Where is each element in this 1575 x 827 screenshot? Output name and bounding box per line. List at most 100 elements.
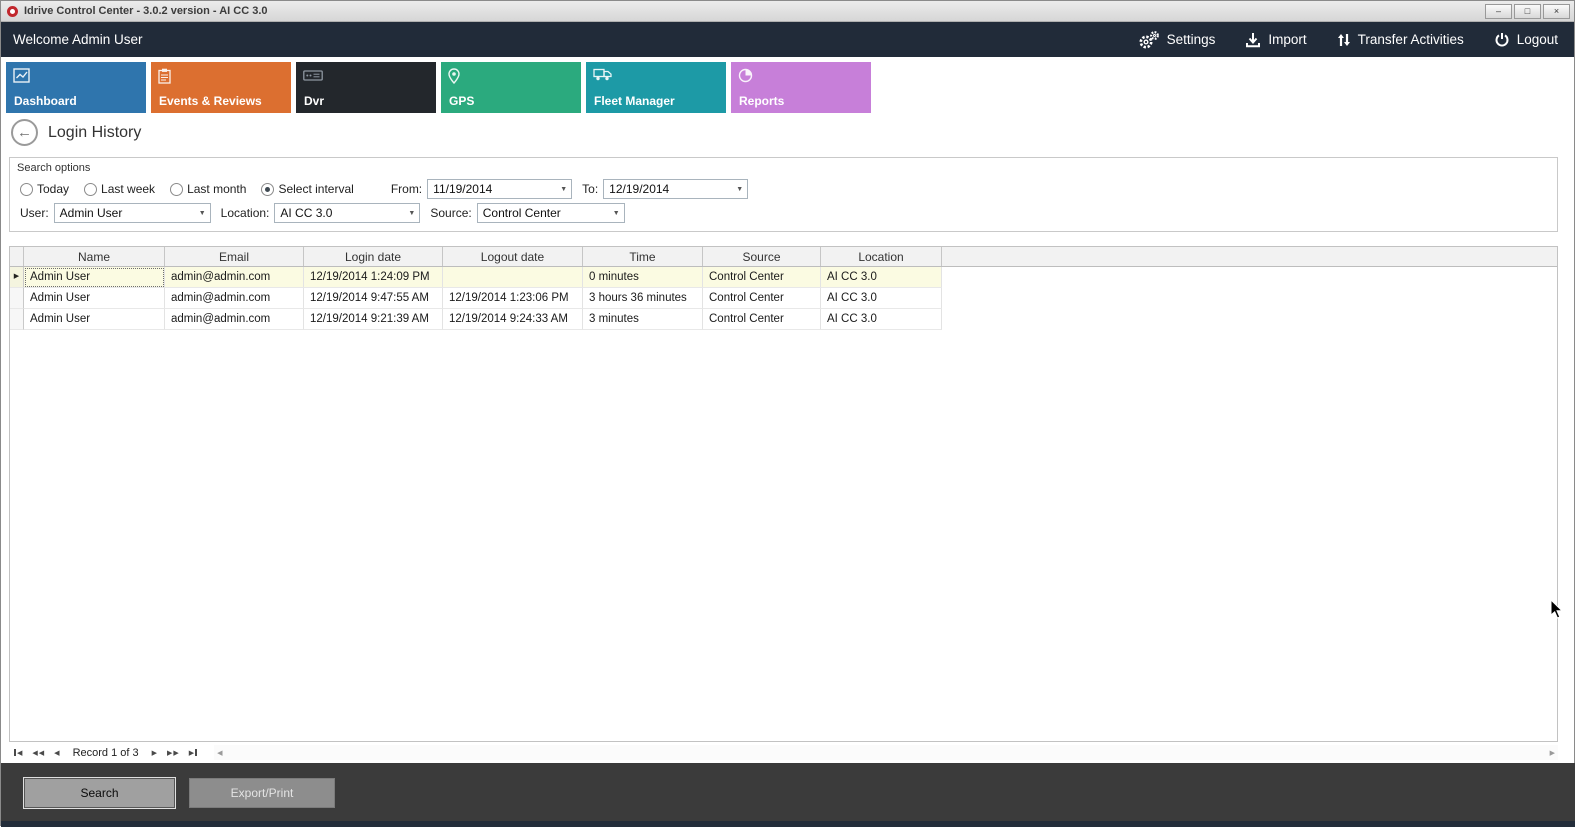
column-header-logout-date[interactable]: Logout date [443, 247, 583, 266]
from-label: From: [391, 182, 422, 196]
nav-next-button[interactable]: ▶ [147, 745, 162, 760]
back-button[interactable]: ← [11, 119, 38, 146]
nav-last-button[interactable]: ▶ [184, 745, 202, 760]
window-controls: – □ × [1485, 4, 1570, 19]
tab-events-reviews[interactable]: Events & Reviews [151, 62, 291, 113]
triangle-right-icon: ▶ [152, 749, 157, 757]
row-indicator [10, 309, 24, 330]
logout-label: Logout [1517, 32, 1558, 47]
from-date-select[interactable]: 11/19/2014 ▼ [427, 179, 572, 199]
tab-dvr[interactable]: Dvr [296, 62, 436, 113]
column-header-source[interactable]: Source [703, 247, 821, 266]
minimize-button[interactable]: – [1485, 4, 1512, 19]
radio-select-interval-label: Select interval [278, 182, 353, 196]
nav-prev-button[interactable]: ◀ [49, 745, 64, 760]
login-history-grid: Name Email Login date Logout date Time S… [9, 246, 1558, 742]
power-icon [1494, 32, 1510, 48]
cell-logout-date [443, 267, 583, 288]
table-row[interactable]: Admin User admin@admin.com 12/19/2014 9:… [10, 288, 1557, 309]
radio-last-week[interactable]: Last week [84, 182, 155, 196]
welcome-text: Welcome Admin User [13, 32, 143, 47]
tab-reports[interactable]: Reports [731, 62, 871, 113]
import-label: Import [1268, 32, 1306, 47]
cell-email: admin@admin.com [165, 309, 304, 330]
to-date-select[interactable]: 12/19/2014 ▼ [603, 179, 748, 199]
cell-login-date: 12/19/2014 9:47:55 AM [304, 288, 443, 309]
radio-today[interactable]: Today [20, 182, 69, 196]
gears-icon [1138, 30, 1160, 50]
cell-email: admin@admin.com [165, 288, 304, 309]
table-row[interactable]: ▶ Admin User admin@admin.com 12/19/2014 … [10, 267, 1557, 288]
tab-fleet-manager[interactable]: Fleet Manager [586, 62, 726, 113]
radio-last-month[interactable]: Last month [170, 182, 246, 196]
column-header-login-date[interactable]: Login date [304, 247, 443, 266]
triangle-right-icon: ▶ [173, 749, 178, 757]
cell-name: Admin User [24, 267, 165, 288]
nav-next-page-button[interactable]: ▶▶ [162, 745, 184, 760]
user-select[interactable]: Admin User ▼ [54, 203, 211, 223]
record-navigator: ◀ ◀◀ ◀ Record 1 of 3 ▶ ▶▶ ▶ ◀ ▶ [9, 744, 1558, 761]
radio-last-week-label: Last week [101, 182, 155, 196]
cell-logout-date: 12/19/2014 9:24:33 AM [443, 309, 583, 330]
line-chart-icon [13, 68, 30, 88]
table-row[interactable]: Admin User admin@admin.com 12/19/2014 9:… [10, 309, 1557, 330]
cell-logout-date: 12/19/2014 1:23:06 PM [443, 288, 583, 309]
maximize-button[interactable]: □ [1514, 4, 1541, 19]
radio-select-interval[interactable]: Select interval [261, 182, 353, 196]
search-row-filters: User: Admin User ▼ Location: AI CC 3.0 ▼… [10, 202, 1557, 224]
row-filler [942, 309, 1557, 330]
radio-last-month-label: Last month [187, 182, 246, 196]
horizontal-scrollbar[interactable]: ◀ ▶ [214, 745, 1558, 760]
location-select[interactable]: AI CC 3.0 ▼ [274, 203, 420, 223]
window-title: Idrive Control Center - 3.0.2 version - … [24, 5, 268, 17]
import-button[interactable]: Import [1245, 32, 1306, 48]
nav-first-button[interactable]: ◀ [9, 745, 27, 760]
tile-label: Dvr [304, 94, 324, 108]
chevron-down-icon: ▼ [732, 186, 747, 193]
search-row-interval: Today Last week Last month Select interv… [10, 178, 1557, 200]
location-value: AI CC 3.0 [280, 206, 332, 220]
column-header-location[interactable]: Location [821, 247, 942, 266]
to-label: To: [582, 182, 598, 196]
search-button[interactable]: Search [23, 777, 176, 809]
column-header-time[interactable]: Time [583, 247, 703, 266]
record-count-label: Record 1 of 3 [73, 747, 139, 759]
column-header-email[interactable]: Email [165, 247, 304, 266]
source-label: Source: [430, 206, 471, 220]
settings-button[interactable]: Settings [1138, 30, 1216, 50]
nav-prev-page-button[interactable]: ◀◀ [27, 745, 49, 760]
close-button[interactable]: × [1543, 4, 1570, 19]
tab-gps[interactable]: GPS [441, 62, 581, 113]
title-bar: Idrive Control Center - 3.0.2 version - … [1, 1, 1574, 22]
row-filler [942, 267, 1557, 288]
bottom-strip [1, 821, 1575, 827]
source-value: Control Center [483, 206, 561, 220]
back-arrow-icon: ← [17, 124, 32, 141]
cell-email: admin@admin.com [165, 267, 304, 288]
cell-source: Control Center [703, 309, 821, 330]
transfer-activities-label: Transfer Activities [1358, 32, 1464, 47]
tile-label: Dashboard [14, 94, 77, 108]
search-options-panel: Search options Today Last week Last mont… [9, 157, 1558, 232]
page-title: Login History [48, 124, 141, 142]
radio-unchecked-icon [170, 183, 183, 196]
logout-button[interactable]: Logout [1494, 32, 1558, 48]
app-icon [7, 6, 18, 17]
bottom-action-bar: Search Export/Print [1, 763, 1575, 821]
transfer-activities-button[interactable]: Transfer Activities [1337, 32, 1464, 48]
tab-dashboard[interactable]: Dashboard [6, 62, 146, 113]
row-marker: ▶ [10, 267, 24, 288]
export-print-button[interactable]: Export/Print [189, 778, 335, 808]
source-select[interactable]: Control Center ▼ [477, 203, 625, 223]
chevron-down-icon: ▼ [195, 210, 210, 217]
grid-header-row: Name Email Login date Logout date Time S… [10, 247, 1557, 267]
cell-time: 3 minutes [583, 309, 703, 330]
cell-login-date: 12/19/2014 1:24:09 PM [304, 267, 443, 288]
column-header-name[interactable]: Name [24, 247, 165, 266]
tile-label: Events & Reviews [159, 94, 262, 108]
triangle-right-icon: ▶ [189, 749, 194, 757]
radio-today-label: Today [37, 182, 69, 196]
nav-tiles: Dashboard Events & Reviews Dvr GPS Fleet… [6, 62, 871, 113]
radio-unchecked-icon [20, 183, 33, 196]
user-label: User: [20, 206, 49, 220]
